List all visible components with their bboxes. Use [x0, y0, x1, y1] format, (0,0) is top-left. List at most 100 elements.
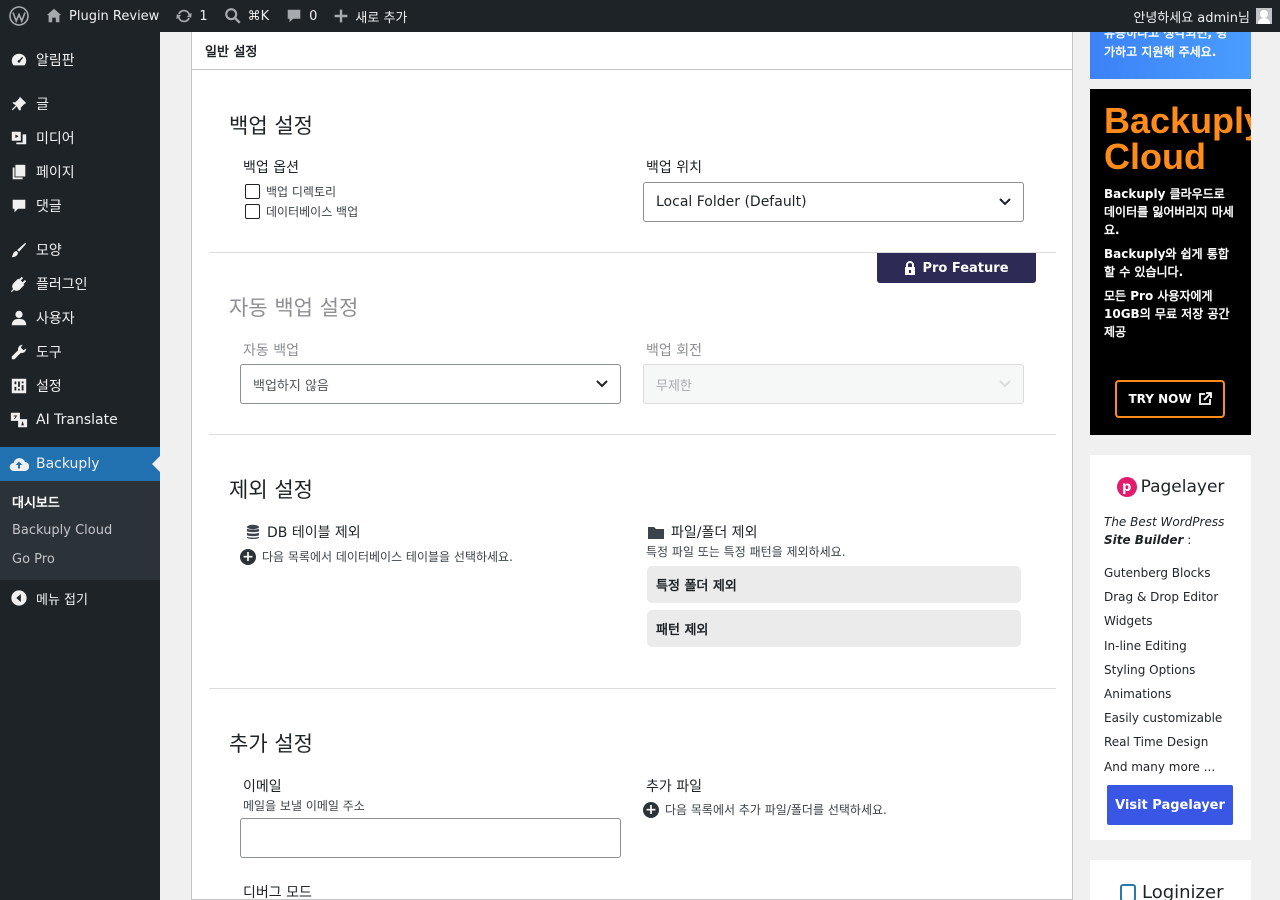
sidebar-item-backuply[interactable]: Backuply [0, 447, 160, 481]
auto-backup-select[interactable]: 백업하지 않음 [240, 364, 621, 404]
sidebar-item-appearance[interactable]: 모양 [0, 233, 160, 267]
list-item: Widgets [1104, 614, 1153, 629]
my-account[interactable]: 안녕하세요 admin님 [1133, 0, 1272, 32]
backup-directory-checkbox[interactable]: 백업 디렉토리 [245, 183, 336, 200]
try-now-button[interactable]: TRY NOW [1115, 380, 1225, 418]
email-input[interactable] [240, 818, 621, 858]
add-circle-icon[interactable]: + [643, 801, 659, 818]
pro-feature-badge[interactable]: Pro Feature [877, 253, 1036, 283]
pagelayer-logo-icon: p [1116, 477, 1137, 497]
divider [209, 688, 1056, 689]
backup-location-select[interactable]: Local Folder (Default) [643, 182, 1024, 222]
pagelayer-feature-list: Gutenberg Blocks Drag & Drop Editor Widg… [1104, 561, 1237, 779]
backup-rotation-select: 무제한 [643, 364, 1024, 404]
plugin-icon [9, 274, 29, 294]
email-label: 이메일 [243, 779, 282, 795]
home-icon [46, 8, 62, 23]
file-folder-exclude-label: 파일/폴더 제외 [647, 522, 757, 542]
submenu-dashboard[interactable]: 대시보드 [0, 487, 160, 516]
exclude-pattern-button[interactable]: 패턴 제외 [647, 610, 1021, 647]
extra-settings-title: 추가 설정 [229, 732, 313, 756]
visit-pagelayer-button[interactable]: Visit Pagelayer [1107, 785, 1233, 825]
comment-bubble-icon [287, 9, 301, 23]
greeting: 안녕하세요 admin님 [1133, 10, 1250, 26]
updates-link[interactable]: 1 [167, 0, 215, 32]
sidebar-item-dashboard[interactable]: 알림판 [0, 43, 160, 77]
sidebar-item-comments[interactable]: 댓글 [0, 189, 160, 223]
cloud-upload-icon [9, 454, 29, 474]
search-icon [224, 8, 241, 24]
collapse-menu-button[interactable]: 메뉴 접기 [0, 581, 160, 615]
plus-icon [335, 9, 348, 23]
backuply-text-3: 모든 Pro 사용자에게 10GB의 무료 저장 공간 제공 [1104, 289, 1230, 339]
admin-bar: Plugin Review 1 ⌘K 0 새로 추가 안녕하세요 admin님 [0, 0, 1280, 32]
rating-card[interactable]: 유용하다고 생각되면, 평 가하고 지원해 주세요. [1090, 32, 1251, 79]
sidebar-item-plugins[interactable]: 플러그인 [0, 267, 160, 301]
list-item: Animations [1104, 687, 1172, 702]
user-icon [9, 308, 29, 328]
exclude-specific-folder-button[interactable]: 특정 폴더 제외 [647, 566, 1021, 603]
admin-sidebar: 알림판 글 미디어 페이지 댓글 모양 플러그인 사용자 도구 설정 AI Tr… [0, 32, 160, 900]
checkbox-box[interactable] [245, 204, 260, 219]
auto-backup-label: 자동 백업 [243, 343, 299, 359]
backup-location-label: 백업 위치 [646, 160, 702, 176]
pin-icon [9, 94, 29, 114]
promo-rail: 유용하다고 생각되면, 평 가하고 지원해 주세요. Backuply Clou… [1090, 32, 1251, 900]
extra-files-label: 추가 파일 [646, 779, 702, 795]
refresh-icon [176, 9, 192, 23]
db-table-exclude-label: DB 테이블 제외 [245, 522, 361, 542]
lock-icon [905, 261, 916, 275]
backuply-submenu: 대시보드 Backuply Cloud Go Pro [0, 481, 160, 580]
backup-rotation-label: 백업 회전 [646, 343, 702, 359]
avatar [1256, 8, 1272, 24]
collapse-arrow-icon [9, 588, 29, 608]
loginizer-card: Loginizer [1090, 860, 1251, 900]
tab-general-settings[interactable]: 일반 설정 [192, 32, 1072, 70]
divider [209, 434, 1056, 435]
comments-count: 0 [309, 8, 318, 24]
submenu-backuply-cloud[interactable]: Backuply Cloud [0, 516, 160, 545]
chevron-down-icon [999, 380, 1011, 388]
checkbox-box[interactable] [245, 184, 260, 199]
submenu-go-pro[interactable]: Go Pro [0, 545, 160, 574]
add-extra-files-row[interactable]: + 다음 목록에서 추가 파일/폴더를 선택하세요. [643, 801, 887, 818]
backuply-cloud-card: Backuply Cloud Backuply 클라우드로 데이터를 잃어버리지… [1090, 89, 1251, 435]
comments-link[interactable]: 0 [277, 0, 325, 32]
search-shortcut-label: ⌘K [247, 8, 270, 24]
wrench-icon [9, 342, 29, 362]
chevron-down-icon [596, 380, 608, 388]
site-name-link[interactable]: Plugin Review [37, 0, 167, 32]
add-db-table-row[interactable]: + 다음 목록에서 데이터베이스 테이블을 선택하세요. [240, 548, 513, 565]
updates-count: 1 [199, 8, 208, 24]
page-icon [9, 162, 29, 182]
new-content-link[interactable]: 새로 추가 [325, 0, 415, 32]
debug-mode-label: 디버그 모드 [243, 885, 312, 900]
sidebar-item-tools[interactable]: 도구 [0, 335, 160, 369]
sidebar-item-settings[interactable]: 설정 [0, 369, 160, 403]
backup-options-label: 백업 옵션 [243, 160, 299, 176]
wordpress-logo-icon[interactable] [0, 0, 37, 32]
sidebar-item-posts[interactable]: 글 [0, 87, 160, 121]
folder-icon [648, 526, 664, 539]
backup-database-checkbox[interactable]: 데이터베이스 백업 [245, 203, 358, 220]
settings-panel: 일반 설정 백업 설정 백업 옵션 백업 디렉토리 데이터베이스 백업 백업 위… [191, 32, 1073, 900]
auto-backup-settings-title: 자동 백업 설정 [229, 296, 359, 320]
sidebar-item-users[interactable]: 사용자 [0, 301, 160, 335]
settings-icon [9, 376, 29, 396]
backuply-text-2: Backuply와 쉽게 통합할 수 있습니다. [1104, 247, 1229, 279]
file-folder-exclude-hint: 특정 파일 또는 특정 패턴을 제외하세요. [646, 545, 846, 559]
pagelayer-logo: p Pagelayer [1104, 477, 1237, 497]
exclude-settings-title: 제외 설정 [229, 478, 313, 502]
database-icon [247, 524, 259, 539]
sidebar-item-media[interactable]: 미디어 [0, 121, 160, 155]
add-circle-icon[interactable]: + [240, 548, 256, 565]
sidebar-item-pages[interactable]: 페이지 [0, 155, 160, 189]
backuply-cloud-logo: Backuply Cloud [1104, 100, 1251, 177]
comment-icon [9, 196, 29, 216]
list-item: And many more ... [1104, 759, 1216, 774]
search-shortcut[interactable]: ⌘K [216, 0, 278, 32]
sidebar-item-ai-translate[interactable]: AI Translate [0, 403, 160, 437]
brush-icon [9, 240, 29, 260]
new-content-label: 새로 추가 [355, 10, 408, 26]
loginizer-logo-icon [1120, 883, 1136, 900]
